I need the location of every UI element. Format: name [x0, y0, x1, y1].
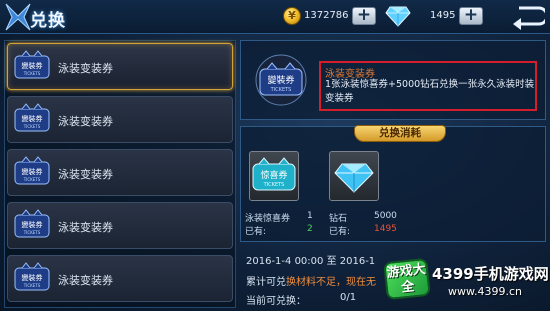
- watermark-site-name: 4399手机游戏网: [432, 265, 549, 283]
- list-item[interactable]: 變裝券 TICKETS 泳装变装券: [7, 202, 233, 249]
- item-detail-panel: 變裝券 TICKETS 泳装变装券 1张泳装惊喜券+5000钻石兑换一张永久泳装…: [240, 40, 546, 120]
- x-emblem-icon: [5, 3, 31, 31]
- exchange-cost-panel: 兑换消耗 惊喜券 TICKETS 泳装惊喜券 1 已有: 2 钻石 5000 已…: [240, 125, 546, 242]
- svg-text:TICKETS: TICKETS: [23, 230, 41, 235]
- list-item[interactable]: 變裝券 TICKETS 泳装变装券: [7, 255, 233, 302]
- add-gold-button[interactable]: +: [352, 7, 376, 25]
- detail-highlight-box: 泳装变装券 1张泳装惊喜券+5000钻石兑换一张永久泳装时装变装券: [319, 61, 537, 111]
- back-arrow-icon[interactable]: [509, 4, 545, 30]
- limit-prefix: 累计可兑: [246, 277, 286, 288]
- watermark-url: www.4399.cn: [448, 285, 522, 298]
- svg-text:惊喜券: 惊喜券: [260, 169, 287, 181]
- svg-text:變裝券: 變裝券: [22, 273, 43, 282]
- exchange-list: 變裝券 TICKETS 泳装变装券 變裝券 TICKETS 泳装变装券 變裝券 …: [4, 40, 236, 308]
- svg-text:變裝券: 變裝券: [22, 61, 43, 70]
- cost-item-have: 2: [307, 224, 313, 234]
- list-item-label: 泳装变装券: [58, 62, 113, 75]
- list-item-label: 泳装变装券: [58, 274, 113, 287]
- list-item[interactable]: 變裝券 TICKETS 泳装变装券: [7, 43, 233, 90]
- svg-text:TICKETS: TICKETS: [263, 182, 285, 188]
- surprise-ticket-icon[interactable]: 惊喜券 TICKETS: [249, 151, 299, 201]
- cost-item-name: 泳装惊喜券: [245, 214, 291, 224]
- svg-text:TICKETS: TICKETS: [23, 71, 41, 76]
- list-item-label: 泳装变装券: [58, 115, 113, 128]
- cost-item-need: 1: [307, 211, 313, 221]
- svg-text:變裝券: 變裝券: [22, 220, 43, 229]
- svg-text:變裝券: 變裝券: [22, 114, 43, 123]
- svg-text:TICKETS: TICKETS: [23, 124, 41, 129]
- cost-item-have-label: 已有:: [329, 227, 351, 237]
- svg-text:變裝券: 變裝券: [22, 167, 43, 176]
- diamond-item-icon[interactable]: [329, 151, 379, 201]
- diamond-image: [334, 163, 374, 193]
- ticket-badge-icon: 變裝券 TICKETS: [14, 103, 50, 132]
- cost-item-name: 钻石: [329, 214, 348, 224]
- exchange-limit: 累计可兑换材料不足，现在无: [246, 273, 376, 288]
- diamond-amount: 1495: [430, 10, 456, 21]
- svg-text:TICKETS: TICKETS: [23, 177, 41, 182]
- current-exchangeable-value: 0/1: [340, 292, 357, 303]
- ticket-badge-icon: 變裝券 TICKETS: [14, 50, 50, 79]
- add-diamond-button[interactable]: +: [459, 7, 483, 25]
- list-item[interactable]: 變裝券 TICKETS 泳装变装券: [7, 96, 233, 143]
- ticket-badge-icon: 變裝券 TICKETS: [14, 209, 50, 238]
- cost-item-need: 5000: [374, 211, 397, 221]
- svg-text:TICKETS: TICKETS: [270, 87, 292, 93]
- list-item-label: 泳装变装券: [58, 221, 113, 234]
- gold-coin-icon: ¥: [283, 7, 301, 25]
- surprise-ticket-image: 惊喜券 TICKETS: [252, 157, 296, 191]
- ticket-badge-icon: 變裝券 TICKETS: [14, 262, 50, 291]
- diamond-icon: [385, 6, 411, 27]
- exchange-period: 2016-1-4 00:00 至 2016-1: [246, 256, 376, 267]
- detail-description: 1张泳装惊喜券+5000钻石兑换一张永久泳装时装变装券: [325, 79, 535, 104]
- cost-header: 兑换消耗: [354, 125, 446, 142]
- list-item-label: 泳装变装券: [58, 168, 113, 181]
- svg-text:TICKETS: TICKETS: [23, 283, 41, 288]
- list-item[interactable]: 變裝券 TICKETS 泳装变装券: [7, 149, 233, 196]
- current-exchangeable-label: 当前可兑换：: [246, 296, 306, 307]
- ticket-badge-icon: 變裝券 TICKETS: [14, 156, 50, 185]
- page-title: 兑换: [30, 11, 66, 31]
- cost-item-have-label: 已有:: [245, 227, 267, 237]
- gold-amount: 1372786: [304, 10, 349, 21]
- top-bar: 兑换 ¥ 1372786 + 1495 +: [0, 0, 550, 34]
- svg-text:變裝券: 變裝券: [267, 74, 294, 86]
- watermark-logo: 游戏大全: [383, 257, 431, 301]
- insufficient-warning: 换材料不足，现在无: [286, 277, 376, 288]
- cost-item-have: 1495: [374, 224, 397, 234]
- ticket-badge-icon: 變裝券 TICKETS: [255, 54, 307, 106]
